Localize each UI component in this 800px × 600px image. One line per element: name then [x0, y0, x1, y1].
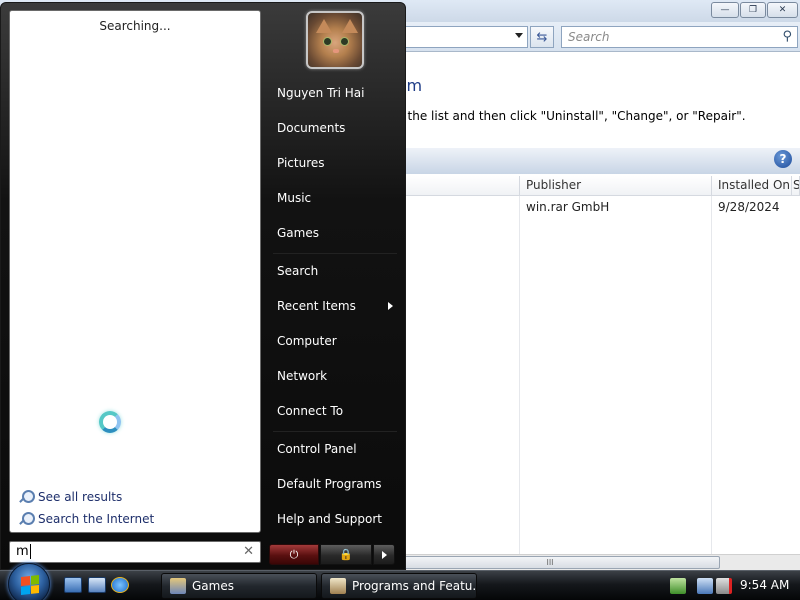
- column-divider: [519, 196, 520, 554]
- lock-button[interactable]: 🔒: [320, 544, 372, 565]
- menu-separator: [273, 431, 397, 432]
- power-icon: ⏻: [289, 547, 299, 561]
- recent-items-label: Recent Items: [277, 299, 356, 313]
- taskbar: Games Programs and Featu... 9:54 AM: [0, 563, 800, 600]
- column-divider: [711, 196, 712, 554]
- search-results-pane: Searching... See all results Search the …: [9, 10, 261, 533]
- refresh-icon: ⇆: [536, 29, 548, 45]
- chevron-down-icon[interactable]: [515, 33, 523, 38]
- taskbar-clock[interactable]: 9:54 AM: [740, 578, 789, 592]
- window-search-placeholder: Search: [568, 30, 610, 44]
- user-avatar[interactable]: [306, 11, 364, 69]
- start-item-documents[interactable]: Documents: [269, 114, 399, 144]
- cell-installed-on: 9/28/2024: [718, 200, 780, 214]
- security-tray-icon[interactable]: [670, 578, 686, 594]
- power-button[interactable]: ⏻: [269, 544, 319, 565]
- close-button[interactable]: ✕: [767, 2, 798, 18]
- taskbar-button-label: Games: [192, 579, 234, 593]
- shutdown-options-button[interactable]: [373, 544, 395, 565]
- horizontal-scrollbar[interactable]: III: [380, 554, 800, 570]
- start-item-help-and-support[interactable]: Help and Support: [269, 505, 399, 535]
- start-item-pictures[interactable]: Pictures: [269, 149, 399, 179]
- help-icon[interactable]: ?: [774, 150, 792, 168]
- clear-icon[interactable]: ✕: [243, 544, 254, 559]
- scrollbar-thumb[interactable]: III: [380, 556, 720, 569]
- busy-spinner-icon: [99, 411, 121, 433]
- refresh-button[interactable]: ⇆: [530, 26, 554, 48]
- search-status: Searching...: [99, 19, 171, 33]
- games-icon: [170, 578, 186, 594]
- switch-windows-icon[interactable]: [88, 577, 106, 593]
- command-toolbar: [380, 148, 800, 174]
- search-icon: [18, 489, 35, 504]
- window-search-input[interactable]: Search ⚲: [561, 26, 798, 48]
- start-item-default-programs[interactable]: Default Programs: [269, 470, 399, 500]
- column-header-installed-on[interactable]: Installed On: [712, 176, 792, 196]
- programs-icon: [330, 578, 346, 594]
- instruction-text: rom the list and then click "Uninstall",…: [380, 109, 746, 123]
- taskbar-button-games[interactable]: Games: [161, 573, 317, 599]
- start-item-connect-to[interactable]: Connect To: [269, 397, 399, 427]
- windows-logo-icon: [21, 575, 39, 595]
- search-internet-label: Search the Internet: [38, 511, 155, 526]
- scroll-grip-icon: III: [546, 558, 554, 567]
- taskbar-button-label: Programs and Featu...: [352, 579, 477, 593]
- volume-muted-icon[interactable]: [716, 578, 732, 594]
- column-header-size[interactable]: S: [792, 176, 800, 196]
- internet-explorer-icon[interactable]: [111, 577, 129, 593]
- show-desktop-icon[interactable]: [64, 577, 82, 593]
- search-internet-link[interactable]: Search the Internet: [18, 511, 154, 526]
- start-item-network[interactable]: Network: [269, 362, 399, 392]
- see-all-results-label: See all results: [38, 489, 123, 504]
- search-icon[interactable]: ⚲: [782, 29, 792, 44]
- start-item-user[interactable]: Nguyen Tri Hai: [269, 79, 399, 109]
- column-header-publisher[interactable]: Publisher: [520, 176, 712, 196]
- cell-publisher: win.rar GmbH: [526, 200, 610, 214]
- search-text: m: [16, 544, 29, 559]
- start-menu: Searching... See all results Search the …: [0, 2, 406, 570]
- network-tray-icon[interactable]: [697, 578, 713, 594]
- see-all-results-link[interactable]: See all results: [18, 489, 122, 504]
- maximize-button[interactable]: ❐: [740, 2, 766, 18]
- minimize-button[interactable]: —: [711, 2, 739, 18]
- start-search-input[interactable]: m ✕: [9, 541, 261, 563]
- start-item-recent-items[interactable]: Recent Items: [269, 292, 399, 322]
- start-item-music[interactable]: Music: [269, 184, 399, 214]
- lock-icon: 🔒: [339, 548, 353, 561]
- start-item-control-panel[interactable]: Control Panel: [269, 435, 399, 465]
- search-icon: [18, 511, 35, 526]
- address-field[interactable]: [400, 26, 528, 48]
- start-item-search[interactable]: Search: [269, 257, 399, 287]
- start-orb-button[interactable]: [8, 563, 50, 600]
- menu-separator: [273, 253, 397, 254]
- taskbar-button-programs-and-features[interactable]: Programs and Featu...: [321, 573, 477, 599]
- start-item-computer[interactable]: Computer: [269, 327, 399, 357]
- chevron-right-icon: [388, 302, 393, 310]
- start-item-games[interactable]: Games: [269, 219, 399, 249]
